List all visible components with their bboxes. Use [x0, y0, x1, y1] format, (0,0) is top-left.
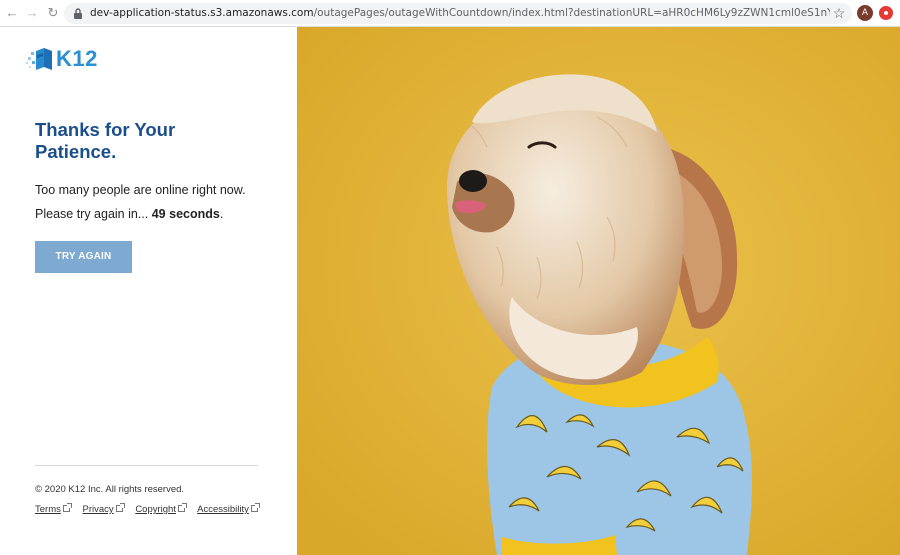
footer-link-copyright-label: Copyright: [135, 504, 176, 515]
reload-icon[interactable]: ↻: [45, 5, 61, 21]
footer-link-accessibility[interactable]: Accessibility: [197, 503, 260, 515]
url-host: dev-application-status.s3.amazonaws.com: [90, 7, 314, 19]
hero-image: [297, 27, 900, 555]
extension-icon[interactable]: [879, 6, 893, 20]
bookmark-star-icon[interactable]: ☆: [831, 5, 847, 21]
lock-icon: [74, 8, 82, 19]
status-message: Too many people are online right now.: [35, 183, 246, 197]
external-link-icon: [115, 503, 125, 512]
page-title: Thanks for Your Patience.: [35, 119, 176, 162]
browser-toolbar: ← → ↻ dev-application-status.s3.amazonaw…: [0, 0, 900, 27]
url-text: dev-application-status.s3.amazonaws.com/…: [90, 7, 830, 20]
profile-avatar[interactable]: A: [857, 5, 873, 21]
k12-logo-mark-icon: [26, 48, 52, 70]
footer-link-copyright[interactable]: Copyright: [135, 503, 187, 515]
k12-logo[interactable]: K12: [26, 46, 106, 72]
logo-text: K12: [56, 46, 98, 71]
url-path: /outagePages/outageWithCountdown/index.h…: [313, 7, 830, 19]
external-link-icon: [62, 503, 72, 512]
forward-arrow-icon[interactable]: →: [24, 5, 40, 21]
try-again-button[interactable]: TRY AGAIN: [35, 241, 132, 273]
footer-divider: [35, 465, 258, 466]
retry-message-suffix: .: [219, 207, 224, 221]
footer-link-privacy-label: Privacy: [82, 504, 114, 515]
retry-message: Please try again in... 49 seconds.: [35, 207, 223, 222]
footer-link-accessibility-label: Accessibility: [197, 504, 249, 515]
footer-link-terms-label: Terms: [35, 504, 61, 515]
footer-links: Terms Privacy Copyright Accessibility: [35, 503, 268, 516]
retry-message-prefix: Please try again in...: [35, 207, 152, 221]
back-arrow-icon[interactable]: ←: [4, 5, 20, 21]
address-bar[interactable]: dev-application-status.s3.amazonaws.com/…: [64, 3, 852, 24]
copyright-text: © 2020 K12 Inc. All rights reserved.: [35, 484, 185, 495]
dog-illustration: [297, 27, 900, 555]
external-link-icon: [250, 503, 260, 512]
countdown-timer: 49 seconds: [151, 207, 220, 221]
external-link-icon: [177, 503, 187, 512]
footer-link-privacy[interactable]: Privacy: [82, 503, 125, 515]
content-panel: K12 Thanks for Your Patience. Too many p…: [0, 27, 297, 555]
footer-link-terms[interactable]: Terms: [35, 503, 72, 515]
